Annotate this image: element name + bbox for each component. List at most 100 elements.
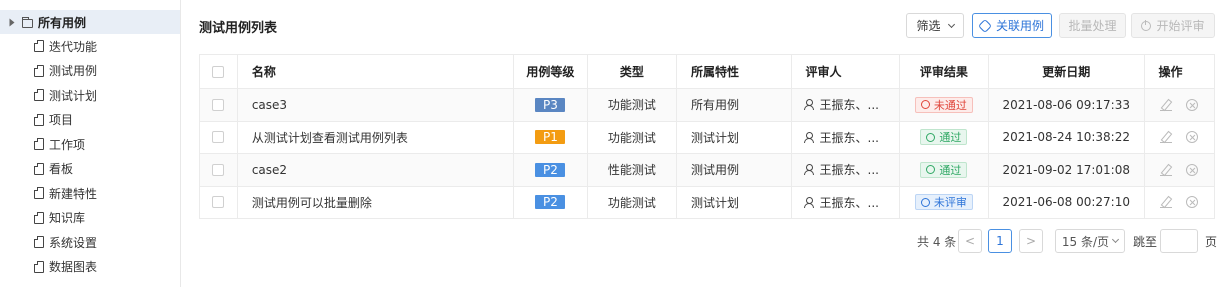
link-cases-label: 关联用例 [995,19,1044,33]
review-result-badge: 通过 [920,129,968,146]
case-name[interactable]: 从测试计划查看测试用例列表 [236,120,515,154]
reviewer-cell: 王振东、... [790,120,900,154]
tree-item-label: 看板 [49,162,74,177]
table-body: case3 P3 功能测试 所有用例 王振东、... 未通过 2021-08-06 09:1… [199,88,1216,219]
tree-item-label: 数据图表 [49,260,98,275]
date-cell: 2021-06-08 00:27:10 [988,185,1145,219]
start-review-button[interactable]: 开始评审 [1131,13,1215,38]
user-icon [803,196,814,208]
page-size-select[interactable]: 15 条/页 [1055,229,1125,253]
actions-cell [1143,185,1216,219]
tree-item[interactable]: 测试用例 [0,59,180,84]
row-checkbox[interactable] [212,131,225,144]
table-row[interactable]: case2 P2 性能测试 测试用例 王振东、... 通过 2021-09-02 17:01… [199,153,1216,187]
page-size-label: 15 条/页 [1061,234,1110,249]
level-cell: P3 [513,88,588,122]
row-checkbox[interactable] [212,98,225,111]
review-result-badge: 未评审 [914,194,973,211]
prev-page-button[interactable]: < [958,229,982,253]
reviewer-name: 王振东、... [819,130,879,145]
actions-cell [1143,120,1216,154]
date-cell: 2021-09-02 17:01:08 [988,153,1145,187]
review-result-badge: 通过 [920,161,968,178]
type-cell: 功能测试 [586,185,677,219]
column-header: 更新日期 [988,54,1145,89]
tree-root-all-cases[interactable]: 所有用例 [0,10,180,34]
case-name[interactable]: case2 [236,153,515,187]
chevron-down-icon [947,20,955,28]
tree-item[interactable]: 系统设置 [0,230,180,255]
batch-process-label: 批量处理 [1068,19,1117,33]
tree-item[interactable]: 新建特性 [0,181,180,206]
batch-process-button[interactable]: 批量处理 [1059,13,1126,38]
edit-icon[interactable] [1160,131,1173,144]
row-checkbox[interactable] [212,196,225,209]
user-icon [803,99,814,111]
tree-item[interactable]: 工作项 [0,132,180,157]
filter-label: 筛选 [916,19,941,33]
caret-down-icon[interactable] [9,18,15,26]
tree-item-label: 项目 [49,113,74,128]
result-cell: 未通过 [898,88,990,122]
type-cell: 功能测试 [586,88,677,122]
level-cell: P2 [513,185,588,219]
edit-icon[interactable] [1160,196,1173,209]
status-icon [926,132,936,142]
tree-item-label: 知识库 [49,211,86,226]
review-result-label: 通过 [939,163,962,177]
table-header-row: 名称 用例等级 类型 所属特性 评审人 评审结果 更新日期 操作 [199,54,1216,89]
jump-label: 跳至 [1133,234,1158,249]
jump-page-input[interactable] [1160,229,1198,253]
feature-cell: 测试计划 [675,185,792,219]
review-result-badge: 未通过 [914,96,973,113]
tree-item[interactable]: 看板 [0,157,180,182]
tree-item[interactable]: 迭代功能 [0,34,180,59]
edit-icon[interactable] [1160,164,1173,176]
link-cases-button[interactable]: 关联用例 [972,13,1052,38]
row-checkbox[interactable] [212,163,225,176]
filter-button[interactable]: 筛选 [906,13,964,38]
delete-icon[interactable] [1186,163,1199,176]
column-header: 类型 [586,54,677,89]
status-icon [920,100,930,110]
reviewer-cell: 王振东、... [790,185,900,219]
power-icon [1141,19,1152,31]
tree-item[interactable]: 数据图表 [0,255,180,280]
checkbox-cell [199,153,238,187]
document-icon [34,64,44,77]
document-icon [34,89,44,102]
select-all-cell [199,54,238,89]
document-icon [34,40,44,53]
page-1-button[interactable]: 1 [988,229,1012,253]
delete-icon[interactable] [1186,98,1199,111]
tree-item[interactable]: 测试计划 [0,83,180,108]
status-icon [920,197,930,207]
tree-items: 迭代功能 测试用例测试计划项目工作项看板新建特性知识库系统设置数据图表 [0,34,180,279]
delete-icon[interactable] [1186,131,1199,144]
tree-item[interactable]: 知识库 [0,206,180,231]
table-row[interactable]: 从测试计划查看测试用例列表 P1 功能测试 测试计划 王振东、... 通过 2021-08-… [199,120,1216,154]
column-header: 用例等级 [513,54,588,89]
user-icon [803,164,814,176]
next-page-button[interactable]: > [1019,229,1043,253]
tree-item[interactable]: 项目 [0,108,180,133]
tree-root-label: 所有用例 [38,15,87,30]
level-cell: P1 [513,120,588,154]
level-badge: P2 [535,195,566,210]
type-cell: 性能测试 [586,153,677,187]
case-name[interactable]: case3 [236,88,515,122]
type-cell: 功能测试 [586,120,677,154]
table-row[interactable]: case3 P3 功能测试 所有用例 王振东、... 未通过 2021-08-06 09:1… [199,88,1216,122]
level-badge: P3 [535,97,566,112]
table-row[interactable]: 测试用例可以批量删除 P2 功能测试 测试计划 王振东、... 未评审 2021-06-08… [199,185,1216,219]
reviewer-name: 王振东、... [819,98,879,113]
delete-icon[interactable] [1186,196,1199,209]
feature-cell: 所有用例 [675,88,792,122]
select-all-checkbox[interactable] [212,65,225,78]
feature-cell: 测试用例 [675,153,792,187]
edit-icon[interactable] [1160,99,1173,111]
actions-cell [1143,88,1216,122]
case-name[interactable]: 测试用例可以批量删除 [236,185,515,219]
checkbox-cell [199,120,238,154]
tree-item-label: 测试计划 [49,88,98,103]
